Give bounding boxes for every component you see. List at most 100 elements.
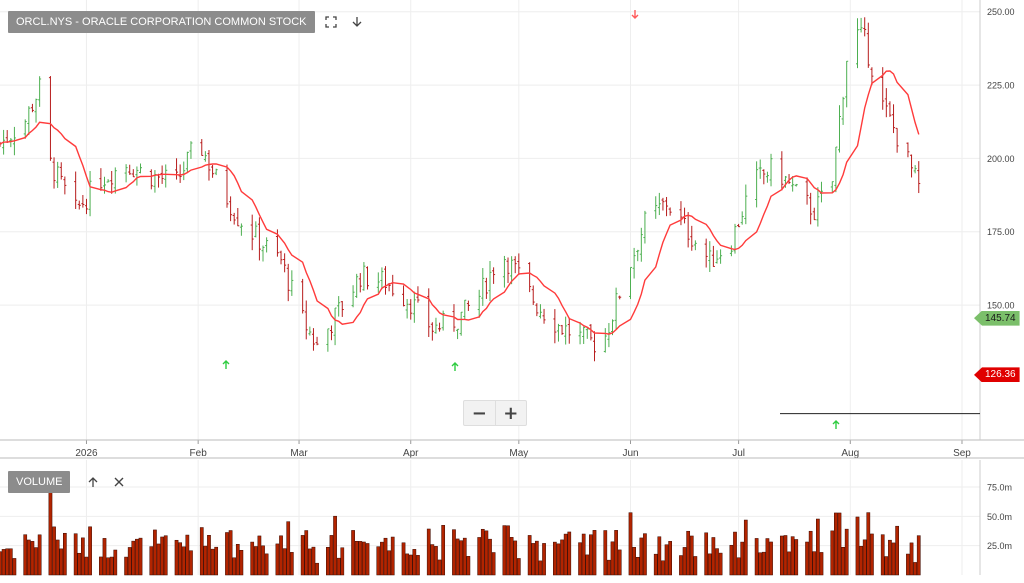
volume-bar <box>261 545 265 576</box>
volume-bar <box>383 537 388 576</box>
expand-icon[interactable] <box>322 13 340 31</box>
arrow-down-icon[interactable] <box>348 13 366 31</box>
volume-bar <box>913 562 917 576</box>
volume-bar <box>509 537 514 576</box>
zoom-out-button[interactable]: − <box>464 401 495 425</box>
volume-bar <box>5 548 10 576</box>
x-tick-label: Apr <box>403 448 419 459</box>
volume-bar <box>542 543 546 576</box>
volume-bar <box>300 535 305 576</box>
volume-bar <box>891 542 896 576</box>
volume-bar <box>538 560 543 576</box>
volume-bar <box>610 541 615 576</box>
volume-bar <box>153 529 157 576</box>
volume-bar <box>326 547 330 576</box>
volume-bar <box>163 535 168 576</box>
volume-bar <box>819 552 824 576</box>
volume-bar <box>239 550 244 576</box>
moving-average-line <box>0 70 920 335</box>
volume-bar <box>1 549 6 576</box>
volume-bar <box>527 535 532 576</box>
volume-bar <box>855 516 860 576</box>
volume-bar <box>715 548 719 576</box>
volume-bar <box>657 536 662 576</box>
volume-bar <box>286 521 291 576</box>
price-tick-label: 150.00 <box>987 301 1015 311</box>
volume-bar <box>282 548 287 576</box>
volume-bar <box>754 538 759 576</box>
volume-bar <box>235 544 240 576</box>
volume-bar <box>779 535 784 576</box>
volume-bar <box>704 532 709 576</box>
x-tick-label: Aug <box>841 448 859 459</box>
volume-bar <box>661 560 665 576</box>
volume-bar <box>315 562 319 576</box>
volume-bar <box>401 542 406 576</box>
volume-bar <box>556 543 561 576</box>
volume-bar <box>585 554 590 576</box>
volume-bar <box>488 538 492 576</box>
volume-bar <box>614 530 618 576</box>
zoom-in-button[interactable]: + <box>494 401 527 425</box>
x-tick-label: Sep <box>953 448 971 459</box>
volume-bar <box>55 539 60 576</box>
volume-bar <box>426 528 431 576</box>
volume-bar <box>506 525 510 576</box>
volume-bar <box>516 558 521 576</box>
volume-bar <box>589 534 593 576</box>
volume-bar <box>250 541 255 576</box>
price-tick-label: 175.00 <box>987 227 1015 237</box>
volume-bar <box>106 557 110 576</box>
volume-bar <box>484 530 489 576</box>
volume-bar <box>477 537 482 576</box>
volume-bar <box>844 528 849 576</box>
volume-bar <box>174 539 179 576</box>
volume-bar <box>48 481 53 576</box>
volume-title: VOLUME <box>8 471 71 493</box>
volume-bar <box>592 530 597 576</box>
volume-bar <box>225 532 229 576</box>
volume-bar <box>351 530 355 576</box>
volume-bar <box>275 543 280 576</box>
volume-bar <box>452 529 456 576</box>
volume-bar <box>880 534 885 576</box>
volume-bar <box>441 525 446 576</box>
volume-bar <box>859 545 863 576</box>
volume-bar <box>0 551 2 576</box>
volume-bar <box>289 552 294 576</box>
volume-bar <box>769 541 773 576</box>
volume-bar <box>203 545 208 576</box>
volume-bar <box>138 537 143 576</box>
arrow-up-icon[interactable] <box>84 473 102 491</box>
volume-bar <box>232 557 237 576</box>
volume-bar <box>834 512 838 576</box>
volume-bar <box>387 550 391 576</box>
close-icon[interactable] <box>110 473 128 491</box>
volume-bar <box>189 550 193 576</box>
volume-bar <box>358 541 363 576</box>
volume-bar <box>729 544 734 576</box>
volume-bar <box>405 553 409 576</box>
stock-chart: 250.00 225.00 200.00 175.00 150.00 2026 Feb Mar… <box>0 0 1024 578</box>
volume-bar <box>362 541 366 576</box>
volume-bar <box>365 543 370 576</box>
volume-bar <box>52 526 56 576</box>
volume-bar <box>758 552 763 576</box>
volume-bar <box>635 556 640 576</box>
volume-bar <box>491 552 496 576</box>
volume-bar <box>866 512 871 576</box>
volume-tick-label: 75.0m <box>987 482 1012 492</box>
volume-bar <box>149 546 154 576</box>
price-chart-svg: 250.00 225.00 200.00 175.00 150.00 2026 Feb Mar… <box>0 0 1024 576</box>
volume-bar <box>12 558 17 576</box>
x-tick-label: 2026 <box>75 448 98 459</box>
volume-bar <box>124 556 128 576</box>
volume-bar <box>416 555 420 576</box>
x-tick-label: Mar <box>290 448 308 459</box>
volume-bar <box>718 552 723 576</box>
volume-bar <box>412 549 417 576</box>
x-tick-label: Feb <box>190 448 208 459</box>
volume-bar <box>707 553 712 576</box>
volume-bar <box>30 541 35 576</box>
volume-bars <box>0 481 921 576</box>
